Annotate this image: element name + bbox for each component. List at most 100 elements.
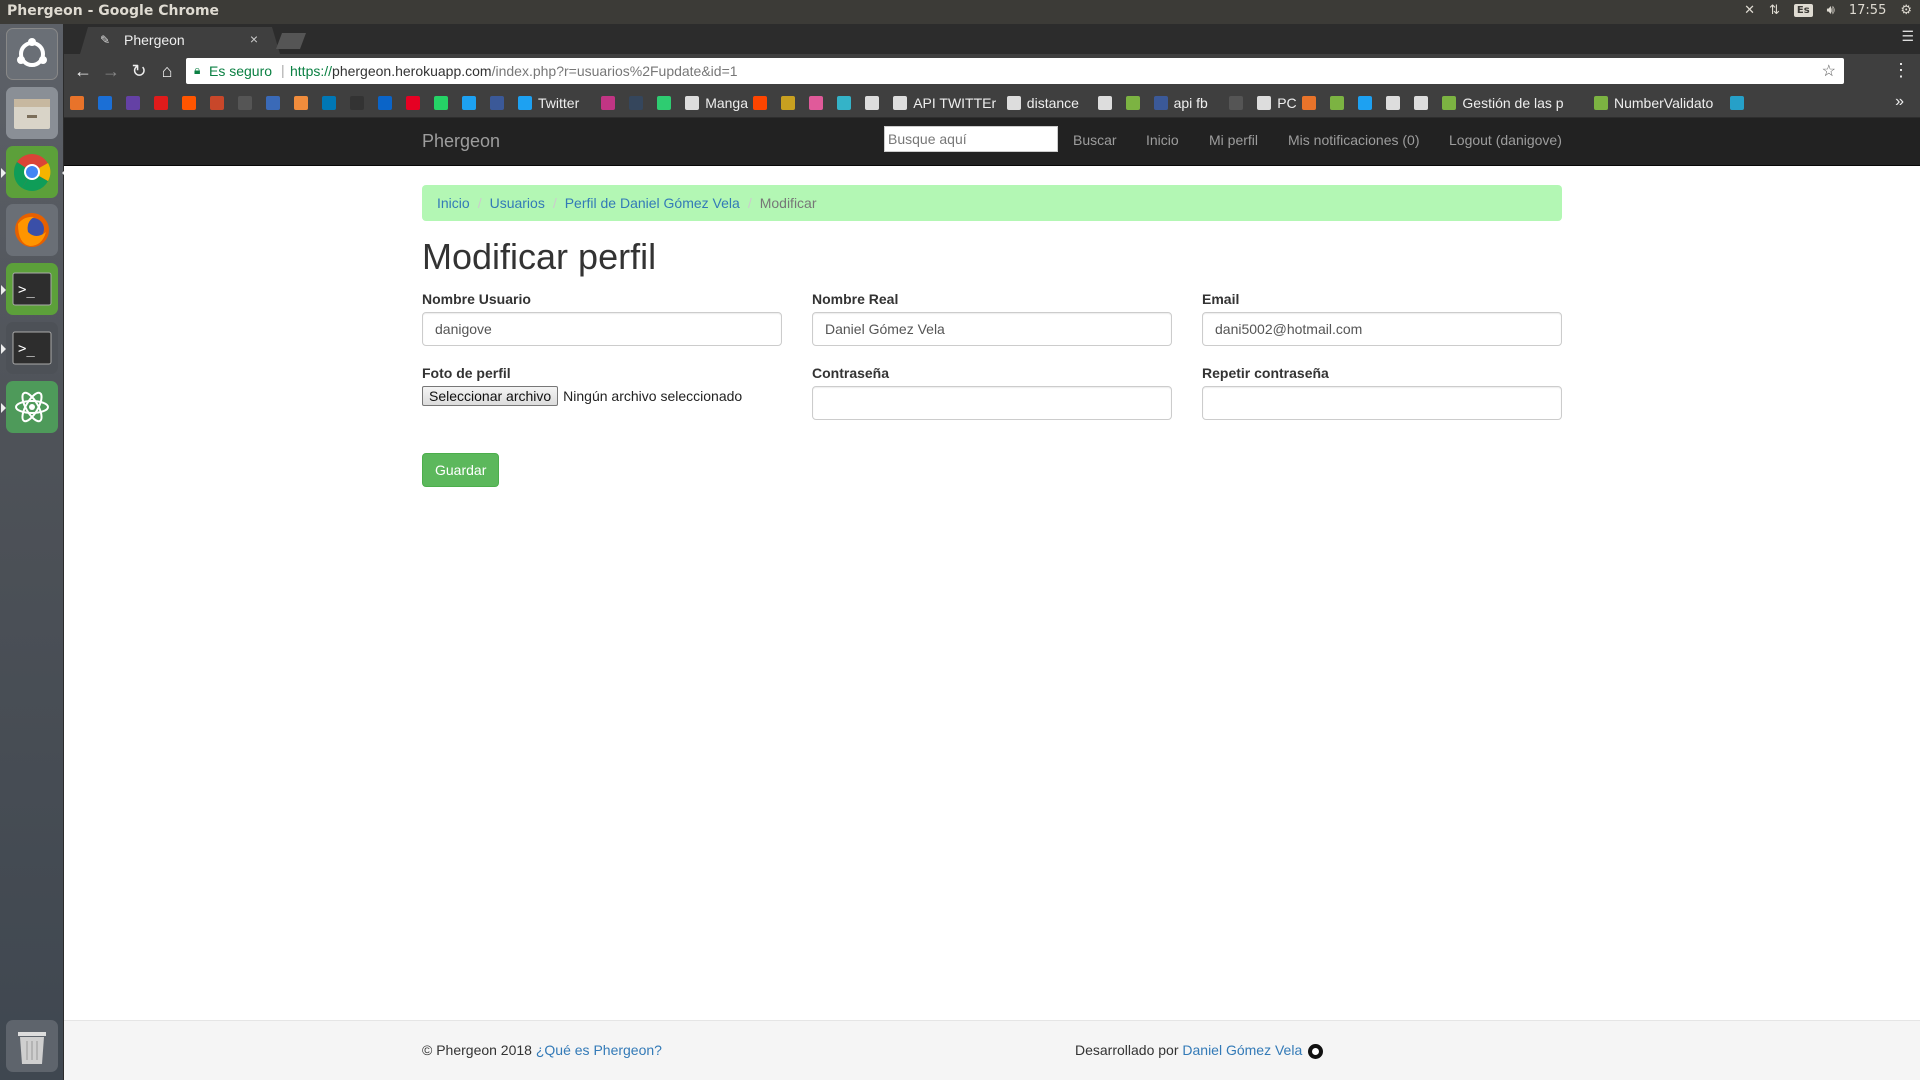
breadcrumb-divider: / — [552, 195, 557, 211]
site-footer: © Phergeon 2018 ¿Qué es Phergeon? Desarr… — [64, 1020, 1920, 1080]
bookmark-item[interactable] — [322, 94, 336, 112]
about-link[interactable]: ¿Qué es Phergeon? — [536, 1042, 662, 1058]
atom-icon[interactable] — [1, 381, 58, 433]
ubuntu-dash-icon[interactable] — [6, 28, 58, 80]
volume-icon[interactable]: 🔊︎ — [1827, 3, 1835, 18]
bookmark-item[interactable] — [781, 94, 796, 112]
bookmark-item[interactable]: Gestión de las p — [1442, 94, 1564, 112]
terminal-icon[interactable]: >_ — [1, 263, 58, 315]
bookmark-item[interactable] — [809, 94, 824, 112]
bookmark-item[interactable]: Manga — [685, 94, 748, 112]
password-group: Contraseña — [812, 365, 1172, 420]
nav-link-notificaciones[interactable]: Mis notificaciones (0) — [1288, 132, 1420, 148]
bookmark-item[interactable] — [154, 94, 168, 112]
bookmark-item[interactable] — [629, 94, 644, 112]
nav-link-inicio[interactable]: Inicio — [1146, 132, 1179, 148]
bookmark-item[interactable] — [406, 94, 420, 112]
bookmark-favicon-icon — [126, 96, 140, 110]
developed-by-text: Desarrollado por — [1075, 1042, 1179, 1058]
tab-phergeon[interactable]: ✎ Phergeon × — [80, 27, 280, 54]
more-bookmarks-icon[interactable]: » — [1895, 93, 1904, 111]
bookmark-item[interactable]: Twitter — [518, 94, 579, 112]
address-bar[interactable]: 🔒︎ Es seguro | https://phergeon.herokuap… — [186, 58, 1844, 84]
files-icon[interactable] — [6, 87, 58, 139]
chrome-icon[interactable] — [1, 146, 67, 198]
url-path: /index.php?r=usuarios%2Fupdate&id=1 — [491, 63, 738, 79]
breadcrumb-inicio[interactable]: Inicio — [437, 195, 470, 211]
url-text[interactable]: https://phergeon.herokuapp.com/index.php… — [290, 63, 738, 79]
author-link[interactable]: Daniel Gómez Vela — [1182, 1042, 1302, 1058]
terminal-2-icon[interactable]: >_ — [1, 322, 58, 374]
bookmark-item[interactable] — [1229, 94, 1244, 112]
bookmark-item[interactable] — [238, 94, 252, 112]
nav-link-mi-perfil[interactable]: Mi perfil — [1209, 132, 1258, 148]
bookmark-item[interactable]: distance — [1006, 94, 1079, 112]
nav-link-logout[interactable]: Logout (danigove) — [1449, 132, 1562, 148]
reload-icon[interactable]: ↻ — [126, 58, 152, 84]
bookmark-item[interactable]: PC — [1257, 94, 1297, 112]
bookmark-item[interactable] — [266, 94, 280, 112]
footer-right: Desarrollado por Daniel Gómez Vela — [1075, 1042, 1324, 1059]
bookmark-item[interactable]: NumberValidato — [1594, 94, 1713, 112]
bookmark-item[interactable] — [294, 94, 308, 112]
bookmark-item[interactable] — [1330, 94, 1345, 112]
bookmark-item[interactable] — [837, 94, 852, 112]
bookmark-item[interactable] — [1125, 94, 1140, 112]
bookmark-item[interactable] — [378, 94, 392, 112]
breadcrumb-usuarios[interactable]: Usuarios — [490, 195, 545, 211]
email-field[interactable] — [1202, 312, 1562, 346]
bookmark-item[interactable]: API TWITTEr — [893, 94, 996, 112]
new-tab-button[interactable] — [276, 33, 306, 49]
bookmark-item[interactable] — [126, 94, 140, 112]
search-input[interactable] — [884, 126, 1058, 152]
bookmark-item[interactable] — [350, 94, 364, 112]
bookmark-star-icon[interactable]: ☆ — [1822, 61, 1836, 81]
bookmark-item[interactable] — [1414, 94, 1429, 112]
forward-icon[interactable]: → — [98, 58, 124, 84]
chrome-menu-icon[interactable]: ⋮ — [1892, 60, 1910, 81]
firefox-icon[interactable] — [6, 204, 58, 256]
omnibox-separator: | — [281, 62, 285, 78]
footer-left: © Phergeon 2018 ¿Qué es Phergeon? — [422, 1042, 662, 1058]
bookmark-item[interactable] — [1358, 94, 1373, 112]
repeat-password-field[interactable] — [1202, 386, 1562, 420]
back-icon[interactable]: ← — [70, 58, 96, 84]
bookmark-item[interactable] — [70, 94, 84, 112]
bookmark-item[interactable] — [98, 94, 112, 112]
site-brand[interactable]: Phergeon — [422, 131, 500, 152]
choose-file-button[interactable]: Seleccionar archivo — [422, 386, 559, 406]
bookmark-item[interactable] — [1097, 94, 1112, 112]
save-button[interactable]: Guardar — [422, 453, 500, 487]
password-field[interactable] — [812, 386, 1172, 420]
keyboard-layout-indicator[interactable]: Es — [1793, 4, 1813, 17]
trash-icon[interactable] — [6, 1020, 58, 1072]
dropbox-icon[interactable]: ✕ — [1744, 3, 1755, 18]
system-settings-icon[interactable]: ⚙ — [1900, 3, 1912, 18]
breadcrumb-perfil[interactable]: Perfil de Daniel Gómez Vela — [565, 195, 740, 211]
bookmark-item[interactable] — [1730, 94, 1745, 112]
bookmark-item[interactable] — [865, 94, 880, 112]
bookmark-item[interactable] — [210, 94, 224, 112]
realname-field[interactable] — [812, 312, 1172, 346]
clock[interactable]: 17:55 — [1849, 3, 1886, 18]
home-icon[interactable]: ⌂ — [154, 58, 180, 84]
window-menu-icon[interactable]: ☰ — [1901, 28, 1914, 45]
username-field[interactable] — [422, 312, 782, 346]
browser-tab-strip: ✎ Phergeon × ☰ — [64, 24, 1920, 54]
bookmark-item[interactable] — [182, 94, 196, 112]
github-icon[interactable] — [1308, 1043, 1324, 1059]
bookmark-item[interactable] — [1302, 94, 1317, 112]
bookmark-item[interactable]: api fb — [1153, 94, 1208, 112]
bookmark-item[interactable] — [490, 94, 504, 112]
bookmark-item[interactable] — [753, 94, 768, 112]
bookmark-item[interactable] — [462, 94, 476, 112]
site-navbar: Phergeon Buscar Inicio Mi perfil Mis not… — [64, 118, 1920, 166]
bookmark-favicon-icon — [434, 96, 448, 110]
bookmark-item[interactable] — [434, 94, 448, 112]
network-icon[interactable]: ⇅ — [1769, 3, 1780, 18]
search-button[interactable]: Buscar — [1073, 132, 1117, 148]
bookmark-item[interactable] — [657, 94, 672, 112]
bookmark-item[interactable] — [1386, 94, 1401, 112]
tab-close-icon[interactable]: × — [250, 31, 258, 47]
bookmark-item[interactable] — [601, 94, 616, 112]
